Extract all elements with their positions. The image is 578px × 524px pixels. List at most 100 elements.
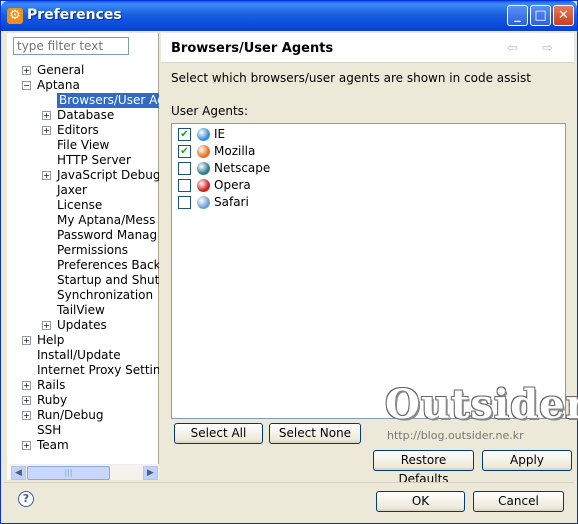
forward-arrow-icon[interactable]: ⇨ bbox=[542, 41, 553, 56]
apply-button[interactable]: Apply bbox=[482, 450, 572, 471]
collapse-icon[interactable]: − bbox=[22, 81, 31, 90]
tree-item-label: JavaScript Debug bbox=[57, 168, 159, 182]
minimize-button[interactable]: _ bbox=[507, 5, 528, 26]
tree-item-label: Permissions bbox=[57, 243, 128, 257]
navigation-panel: + General−AptanaBrowsers/User Ag + Database… bbox=[7, 33, 159, 480]
tree-item[interactable]: Install/Update bbox=[7, 348, 159, 363]
tree-item[interactable]: + Updates bbox=[7, 318, 159, 333]
tree-item-label: Rails bbox=[37, 378, 66, 392]
filter-input[interactable] bbox=[13, 37, 129, 55]
user-agent-label: Mozilla bbox=[214, 144, 256, 158]
netscape-icon bbox=[197, 162, 210, 175]
user-agent-checkbox[interactable] bbox=[178, 179, 191, 192]
cancel-button[interactable]: Cancel bbox=[473, 491, 564, 512]
tree-item[interactable]: + Editors bbox=[7, 123, 159, 138]
user-agent-label: IE bbox=[214, 127, 226, 141]
tree-item[interactable]: Startup and Shutd bbox=[7, 273, 159, 288]
scroll-thumb[interactable]: ||| bbox=[27, 466, 110, 480]
user-agent-checkbox[interactable] bbox=[178, 162, 191, 175]
maximize-button[interactable]: □ bbox=[530, 5, 551, 26]
preferences-window: ⚙ Preferences _ □ ✕ +General−AptanaBrows… bbox=[0, 0, 578, 524]
expand-icon[interactable]: + bbox=[22, 396, 31, 405]
user-agents-label: User Agents: bbox=[171, 104, 248, 118]
tree-item[interactable]: HTTP Server bbox=[7, 153, 159, 168]
select-none-button[interactable]: Select None bbox=[269, 423, 361, 444]
tree-item-label: Jaxer bbox=[57, 183, 87, 197]
help-icon[interactable]: ? bbox=[18, 491, 34, 507]
expand-icon[interactable]: + bbox=[42, 126, 51, 135]
user-agent-checkbox[interactable]: ✔ bbox=[178, 145, 191, 158]
tree-item[interactable]: Internet Proxy Setting bbox=[7, 363, 159, 378]
expand-icon[interactable]: + bbox=[42, 111, 51, 120]
watermark-url: http://blog.outsider.ne.kr bbox=[387, 429, 524, 442]
tree-item[interactable]: + Ruby bbox=[7, 393, 159, 408]
tree-item[interactable]: Permissions bbox=[7, 243, 159, 258]
tree-item-label: Updates bbox=[57, 318, 107, 332]
scroll-right-icon[interactable]: ▶ bbox=[143, 466, 158, 480]
select-all-button[interactable]: Select All bbox=[174, 423, 263, 444]
tree-item-label: Aptana bbox=[37, 78, 80, 92]
tree-item[interactable]: + Help bbox=[7, 333, 159, 348]
user-agents-list: ✔ IE ✔ Mozilla Netscape Opera Safari bbox=[171, 123, 566, 419]
tree-item-label: File View bbox=[57, 138, 110, 152]
tree-item-label: Startup and Shutd bbox=[57, 273, 159, 287]
scroll-left-icon[interactable]: ◀ bbox=[11, 466, 26, 480]
tree-item-label: Help bbox=[37, 333, 65, 347]
expand-icon[interactable]: + bbox=[22, 411, 31, 420]
preference-page: Browsers/User Agents ⇦ ⇨ Select which br… bbox=[161, 33, 578, 486]
tree-item[interactable]: + JavaScript Debug bbox=[7, 168, 159, 183]
tree-item[interactable]: License bbox=[7, 198, 159, 213]
tree-item-label: SSH bbox=[37, 423, 62, 437]
firefox-icon bbox=[197, 145, 210, 158]
dialog-button-bar: ? OK Cancel bbox=[4, 482, 574, 521]
tree-item-label: Internet Proxy Setting bbox=[37, 363, 159, 377]
expand-icon[interactable]: + bbox=[22, 336, 31, 345]
back-arrow-icon[interactable]: ⇦ bbox=[507, 41, 518, 56]
tree-item[interactable]: Password Manag bbox=[7, 228, 159, 243]
tree-item[interactable]: + General bbox=[7, 63, 159, 78]
ok-button[interactable]: OK bbox=[376, 491, 465, 512]
tree-item-label: TailView bbox=[57, 303, 105, 317]
tree-item[interactable]: Browsers/User Ag bbox=[7, 93, 159, 108]
tree-item[interactable]: + Database bbox=[7, 108, 159, 123]
tree-item[interactable]: Preferences Back bbox=[7, 258, 159, 273]
tree-item-label: HTTP Server bbox=[57, 153, 131, 167]
page-title: Browsers/User Agents bbox=[171, 41, 334, 56]
opera-icon bbox=[197, 179, 210, 192]
minimize-icon: _ bbox=[514, 8, 521, 23]
preference-tree: + General − Aptana Browsers/User Ag + Database… bbox=[7, 63, 159, 458]
watermark: Outsider http://blog.outsider.ne.kr bbox=[385, 381, 578, 442]
tree-item[interactable]: + Run/Debug bbox=[7, 408, 159, 423]
app-icon: ⚙ bbox=[7, 8, 23, 24]
tree-item[interactable]: Jaxer bbox=[7, 183, 159, 198]
tree-item-label: License bbox=[57, 198, 103, 212]
expand-icon[interactable]: + bbox=[42, 321, 51, 330]
tree-item[interactable]: SSH bbox=[7, 423, 159, 438]
close-button[interactable]: ✕ bbox=[553, 5, 574, 26]
tree-item[interactable]: File View bbox=[7, 138, 159, 153]
tree-item[interactable]: − Aptana bbox=[7, 78, 159, 93]
page-description: Select which browsers/user agents are sh… bbox=[171, 71, 531, 85]
expand-icon[interactable]: + bbox=[22, 381, 31, 390]
tree-item[interactable]: + Team bbox=[7, 438, 159, 453]
tree-item-label: General bbox=[37, 63, 85, 77]
expand-icon[interactable]: + bbox=[42, 171, 51, 180]
user-agent-checkbox[interactable]: ✔ bbox=[178, 128, 191, 141]
tree-item[interactable]: Synchronization bbox=[7, 288, 159, 303]
tree-item[interactable]: TailView bbox=[7, 303, 159, 318]
expand-icon[interactable]: + bbox=[22, 66, 31, 75]
tree-item[interactable]: My Aptana/Mess bbox=[7, 213, 159, 228]
tree-item-label: Editors bbox=[57, 123, 99, 137]
title-bar[interactable]: ⚙ Preferences _ □ ✕ bbox=[1, 1, 577, 31]
tree-item-label: Password Manag bbox=[57, 228, 158, 242]
close-icon: ✕ bbox=[558, 8, 569, 23]
tree-item-label: Ruby bbox=[37, 393, 68, 407]
expand-icon[interactable]: + bbox=[22, 441, 31, 450]
user-agent-label: Opera bbox=[214, 178, 251, 192]
tree-item-label: Synchronization bbox=[57, 288, 154, 302]
tree-item[interactable]: + Rails bbox=[7, 378, 159, 393]
user-agent-checkbox[interactable] bbox=[178, 196, 191, 209]
user-agent-label: Netscape bbox=[214, 161, 271, 175]
horizontal-scrollbar[interactable]: ◀ ||| ▶ bbox=[10, 464, 159, 480]
restore-defaults-button[interactable]: Restore Defaults bbox=[373, 450, 474, 486]
